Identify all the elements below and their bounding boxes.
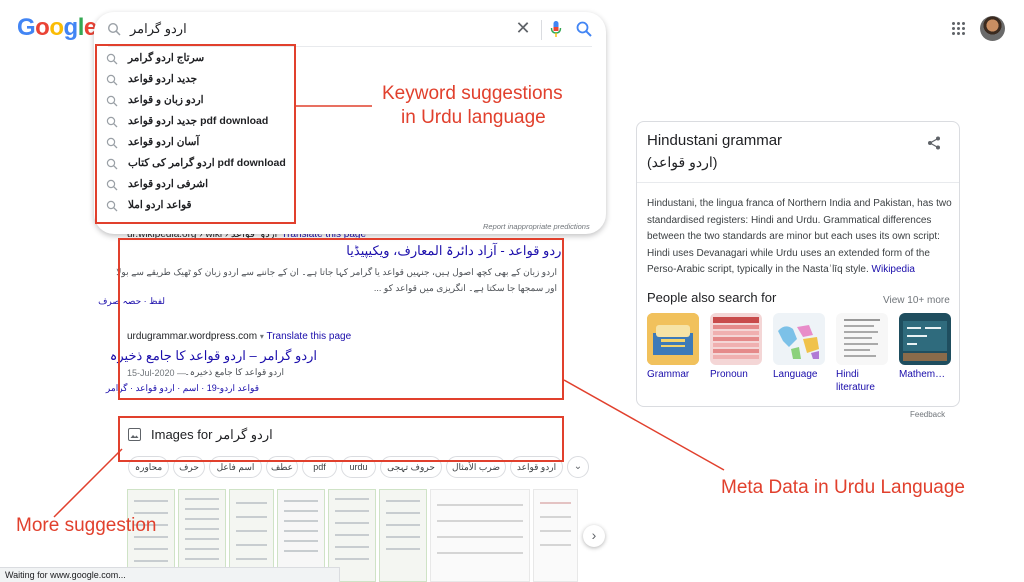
close-icon[interactable]: ✕ xyxy=(514,18,532,38)
view-more-link[interactable]: View 10+ more xyxy=(883,295,950,306)
search-submit-icon[interactable] xyxy=(575,20,593,38)
share-icon[interactable] xyxy=(927,136,941,150)
knowledge-panel: Hindustani grammar (اردو قواعد) Hindusta… xyxy=(636,121,960,407)
kp-item-label[interactable]: Grammar xyxy=(647,368,707,381)
apps-grid-icon[interactable] xyxy=(952,22,966,36)
hindi-literature-thumbnail[interactable] xyxy=(836,313,888,365)
more-arrow xyxy=(53,448,123,518)
mathematics-thumbnail[interactable] xyxy=(899,313,951,365)
people-also-search-heading: People also search for xyxy=(647,290,777,305)
pronoun-thumbnail[interactable] xyxy=(710,313,762,365)
search-input[interactable]: اردو گرامر xyxy=(130,21,187,37)
kp-item-label[interactable]: Hindi literature xyxy=(836,368,888,394)
keyword-callout-line1: Keyword suggestions xyxy=(382,83,563,104)
feedback-link[interactable]: Feedback xyxy=(910,410,945,419)
logo-letter: g xyxy=(63,14,79,41)
divider xyxy=(637,182,959,183)
browser-status-bar: Waiting for www.google.com... xyxy=(0,567,340,582)
chevron-right-icon[interactable]: › xyxy=(583,525,605,547)
chevron-down-icon[interactable]: ⌄ xyxy=(567,456,589,478)
logo-letter: G xyxy=(17,14,36,41)
report-predictions-link[interactable]: Report inappropriate predictions xyxy=(483,222,590,231)
image-thumbnail[interactable] xyxy=(430,489,530,582)
kp-item-label[interactable]: Language xyxy=(773,368,833,381)
kp-item-label[interactable]: Mathem… xyxy=(899,368,959,381)
account-avatar[interactable] xyxy=(980,16,1005,41)
kp-item-label[interactable]: Pronoun xyxy=(710,368,770,381)
grammar-thumbnail[interactable] xyxy=(647,313,699,365)
microphone-icon[interactable] xyxy=(549,19,563,39)
logo-letter: o xyxy=(49,14,64,41)
google-logo[interactable]: Google xyxy=(17,14,97,42)
kp-title: Hindustani grammar xyxy=(647,132,783,149)
language-thumbnail[interactable] xyxy=(773,313,825,365)
image-thumbnail[interactable] xyxy=(533,489,578,582)
logo-letter: o xyxy=(35,14,50,41)
meta-callout: Meta Data in Urdu Language xyxy=(721,477,965,498)
kp-subtitle: (اردو قواعد) xyxy=(647,154,718,170)
page: Google Hindustani grammar (اردو قواعد) H… xyxy=(0,0,1024,582)
keyword-suggestions-box xyxy=(95,44,296,224)
more-suggestion-box xyxy=(118,416,564,462)
wikipedia-link[interactable]: Wikipedia xyxy=(872,264,915,275)
image-thumbnail[interactable] xyxy=(379,489,427,582)
more-callout: More suggestion xyxy=(16,515,157,536)
search-icon xyxy=(107,22,121,36)
kp-description: Hindustani, the lingua franca of Norther… xyxy=(647,196,952,279)
search-bar: اردو گرامر ✕ xyxy=(94,12,606,46)
keyword-callout-line2: in Urdu language xyxy=(401,107,546,128)
divider xyxy=(541,20,542,40)
meta-data-box xyxy=(118,238,564,400)
